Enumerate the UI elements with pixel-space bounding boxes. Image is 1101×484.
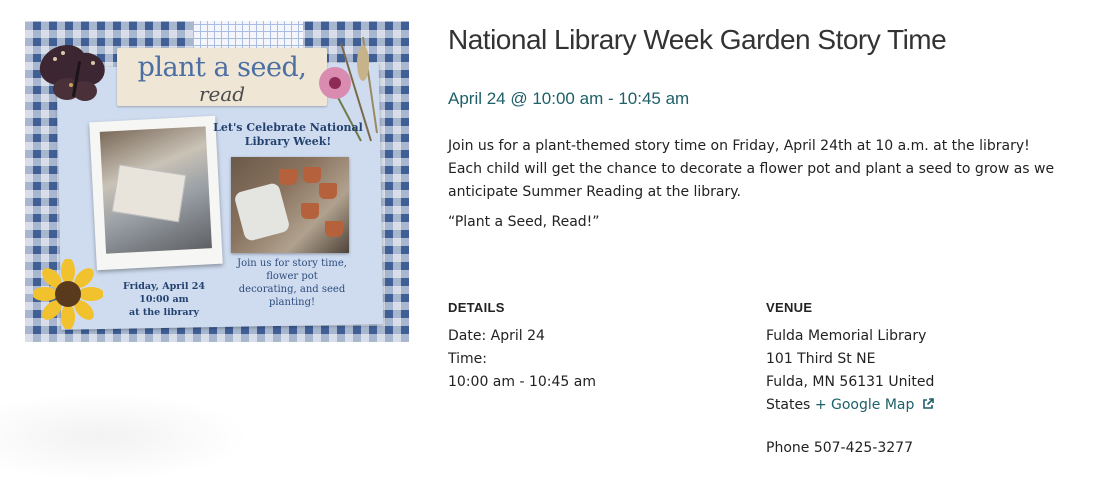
event-quote: “Plant a Seed, Read!” <box>448 214 600 230</box>
flyer-join-text: Join us for story time, flower pot decor… <box>237 258 347 308</box>
flyer-date-line3: at the library <box>128 307 200 318</box>
flyer-date-line1: Friday, April 24 <box>123 281 205 292</box>
flyer-title-line2: read <box>198 82 246 106</box>
sunflower-icon <box>33 259 103 329</box>
story-time-photo <box>89 115 223 271</box>
google-map-link[interactable]: + Google Map <box>815 397 934 413</box>
google-map-link-label: + Google Map <box>814 397 915 413</box>
flyer-date-line2: 10:00 am <box>139 294 189 305</box>
event-description: Join us for a plant-themed story time on… <box>448 138 1055 200</box>
flyer-celebrate-text: Let's Celebrate National Library Week! <box>213 121 363 148</box>
flower-pot-photo <box>231 157 349 253</box>
butterfly-icon <box>39 45 105 101</box>
external-link-icon <box>923 398 934 409</box>
event-datetime: April 24 @ 10:00 am - 10:45 am <box>448 89 690 108</box>
flyer-title-card: plant a seed, read <box>117 48 327 106</box>
flyer-title-line1: plant a seed, <box>137 52 307 83</box>
venue-heading: VENUE <box>766 300 813 315</box>
event-title: National Library Week Garden Story Time <box>448 24 947 55</box>
details-date: Date: April 24 <box>448 328 545 344</box>
flyer-date-card: Friday, April 24 10:00 am at the library <box>119 280 209 319</box>
details-time-value: 10:00 am - 10:45 am <box>448 374 596 390</box>
venue-name: Fulda Memorial Library <box>766 328 927 344</box>
venue-country-line: States + Google Map <box>766 397 934 413</box>
details-time-label: Time: <box>448 351 487 367</box>
details-heading: DETAILS <box>448 300 505 315</box>
venue-city: Fulda, MN 56131 United <box>766 374 935 390</box>
venue-street: 101 Third St NE <box>766 351 876 367</box>
book-image <box>111 164 187 223</box>
venue-phone: Phone 507-425-3277 <box>766 440 913 456</box>
decorative-shadow <box>0 392 250 482</box>
event-image: plant a seed, read Let's Celebrate Natio… <box>25 21 409 342</box>
venue-country: States <box>766 397 811 413</box>
